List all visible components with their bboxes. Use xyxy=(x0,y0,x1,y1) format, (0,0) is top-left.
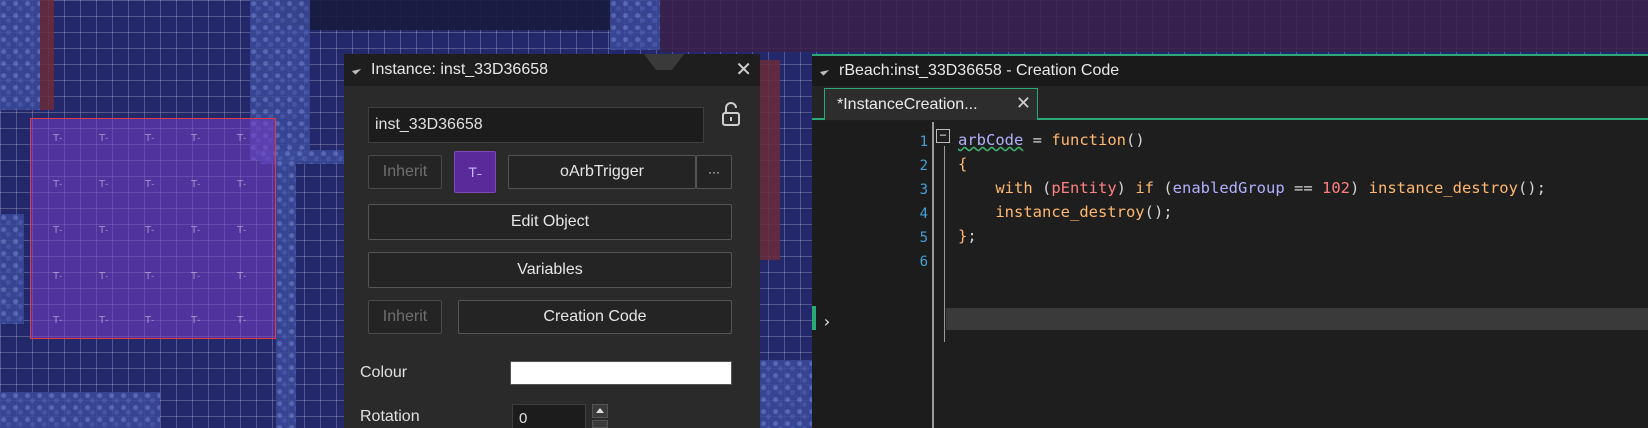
chevron-up-icon xyxy=(596,408,604,413)
trigger-marker: T˗ xyxy=(237,179,247,190)
instance-window-titlebar[interactable]: Instance: inst_33D36658 ✕ xyxy=(344,54,760,86)
fold-minus-icon[interactable]: − xyxy=(936,129,950,143)
trigger-marker: T˗ xyxy=(53,225,63,236)
code-editor-window[interactable]: rBeach:inst_33D36658 - Creation Code *In… xyxy=(812,54,1648,428)
variables-button[interactable]: Variables xyxy=(368,252,732,288)
trigger-marker: T˗ xyxy=(145,271,155,282)
close-icon[interactable]: ✕ xyxy=(735,60,752,80)
trigger-marker: T˗ xyxy=(191,179,201,190)
chevron-right-icon: › xyxy=(822,312,832,331)
trigger-marker: T˗ xyxy=(191,315,201,326)
rotation-label: Rotation xyxy=(360,408,420,425)
code-line-5: }; xyxy=(958,227,977,245)
trigger-marker: T˗ xyxy=(53,315,63,326)
object-select-button[interactable]: oArbTrigger xyxy=(508,155,696,189)
trigger-marker: T˗ xyxy=(99,179,109,190)
code-line-4: instance_destroy(); xyxy=(995,203,1173,221)
line-number: 3 xyxy=(919,182,928,198)
trigger-marker: T˗ xyxy=(53,271,63,282)
trigger-marker: T˗ xyxy=(237,271,247,282)
trigger-marker: T˗ xyxy=(145,179,155,190)
creation-code-button[interactable]: Creation Code xyxy=(458,300,732,334)
current-line-highlight xyxy=(946,308,1648,330)
rotation-stepper-up[interactable] xyxy=(592,404,608,418)
rock-tile xyxy=(760,360,812,428)
trigger-marker: T˗ xyxy=(99,315,109,326)
trigger-marker: T˗ xyxy=(237,225,247,236)
red-tile xyxy=(660,0,1648,52)
line-number: 2 xyxy=(919,158,928,174)
object-sprite-icon[interactable]: T˗ xyxy=(454,151,496,193)
trigger-marker: T˗ xyxy=(53,133,63,144)
trigger-marker: T˗ xyxy=(237,133,247,144)
trigger-marker: T˗ xyxy=(191,225,201,236)
rock-tile xyxy=(610,0,660,50)
rock-tile xyxy=(0,392,160,428)
colour-swatch[interactable] xyxy=(510,361,732,385)
trigger-marker: T˗ xyxy=(99,271,109,282)
trigger-marker: T˗ xyxy=(191,271,201,282)
red-tile xyxy=(760,60,780,260)
fold-guide xyxy=(944,146,945,342)
code-editor-text-area[interactable]: − arbCode = function() { with (pEntity) … xyxy=(934,122,1648,428)
code-line-1: arbCode = function() xyxy=(958,131,1145,149)
line-number: 4 xyxy=(919,206,928,222)
trigger-marker: T˗ xyxy=(99,225,109,236)
code-window-titlebar[interactable]: rBeach:inst_33D36658 - Creation Code xyxy=(812,54,1648,86)
selected-instance-region[interactable]: T˗ T˗ T˗ T˗ T˗ T˗ T˗ T˗ T˗ T˗ T˗ T˗ T˗ T… xyxy=(30,118,276,339)
trigger-marker: T˗ xyxy=(145,133,155,144)
code-window-title: rBeach:inst_33D36658 - Creation Code xyxy=(839,62,1120,79)
collapse-triangle-icon[interactable] xyxy=(351,65,362,75)
trigger-marker: T˗ xyxy=(99,133,109,144)
trigger-marker: T˗ xyxy=(191,133,201,144)
rotation-input[interactable]: 0 xyxy=(512,404,586,428)
inherit-button[interactable]: Inherit xyxy=(368,155,442,189)
trigger-marker: T˗ xyxy=(53,179,63,190)
object-more-button[interactable]: ··· xyxy=(696,155,732,189)
trigger-marker: T˗ xyxy=(145,225,155,236)
red-tile xyxy=(40,0,54,110)
rock-tile xyxy=(0,214,24,324)
dark-tile xyxy=(280,0,620,30)
code-line-2: { xyxy=(958,155,968,173)
trigger-marker: T˗ xyxy=(237,315,247,326)
line-number: 6 xyxy=(919,254,928,270)
tab-label: *InstanceCreation... xyxy=(837,95,978,113)
edit-object-button[interactable]: Edit Object xyxy=(368,204,732,240)
line-number: 1 xyxy=(919,134,928,150)
dock-notch xyxy=(644,54,684,70)
instance-window[interactable]: Instance: inst_33D36658 ✕ inst_33D36658 … xyxy=(344,54,760,428)
rotation-stepper-down[interactable] xyxy=(592,420,608,428)
rock-tile xyxy=(0,0,40,110)
unlock-icon[interactable] xyxy=(722,102,740,126)
line-number: 5 xyxy=(919,230,928,246)
trigger-marker: T˗ xyxy=(145,315,155,326)
line-number-gutter: 1 2 3 4 5 6 xyxy=(812,122,934,428)
current-line-marker xyxy=(812,306,816,330)
colour-label: Colour xyxy=(360,364,408,381)
collapse-triangle-icon[interactable] xyxy=(819,66,830,76)
close-icon[interactable]: ✕ xyxy=(1016,93,1031,114)
inherit-code-button[interactable]: Inherit xyxy=(368,300,442,334)
instance-window-title: Instance: inst_33D36658 xyxy=(371,61,549,78)
code-tabbar: *InstanceCreation... ✕ xyxy=(812,86,1648,120)
rock-tile xyxy=(276,160,296,428)
instance-name-input[interactable]: inst_33D36658 xyxy=(368,107,704,143)
tab-instance-creation[interactable]: *InstanceCreation... ✕ xyxy=(824,88,1038,120)
code-line-3: with (pEntity) if (enabledGroup == 102) … xyxy=(995,179,1546,197)
